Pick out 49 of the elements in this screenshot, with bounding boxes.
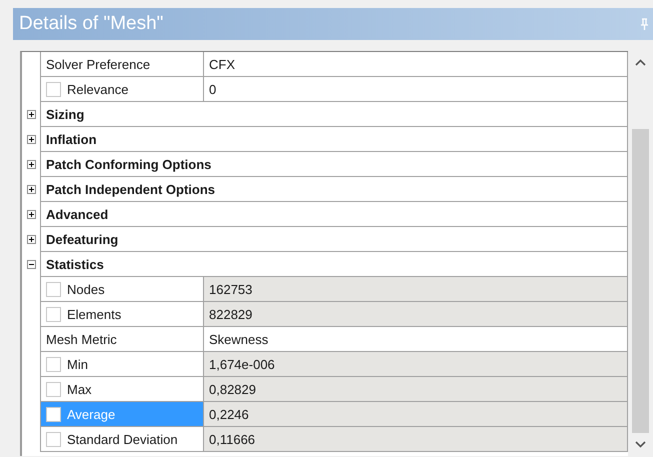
property-value[interactable]: 162753 [203,277,628,302]
property-label[interactable]: Mesh Metric [40,327,203,352]
checkbox[interactable] [46,382,61,396]
property-name: Standard Deviation [67,432,178,446]
group-header[interactable]: Patch Conforming Options [40,152,628,177]
group-header[interactable]: Sizing [40,102,628,127]
property-value[interactable]: 822829 [203,302,628,327]
checkbox[interactable] [46,432,61,446]
checkbox[interactable] [46,406,61,422]
property-name: Mesh Metric [46,332,117,346]
property-value[interactable]: 0 [203,77,628,102]
property-label[interactable]: Min [40,352,203,377]
checkbox[interactable] [46,306,61,322]
scroll-down-icon[interactable] [635,441,646,448]
property-label[interactable]: Nodes [40,277,203,302]
property-name: Max [67,382,92,396]
checkbox[interactable] [46,82,61,96]
collapse-icon[interactable] [26,260,36,269]
property-label[interactable]: Elements [40,302,203,327]
property-value[interactable]: 0,2246 [203,402,628,427]
expand-icon[interactable] [26,135,36,144]
property-label[interactable]: Solver Preference [40,52,203,77]
property-name: Average [67,406,116,422]
pin-icon[interactable] [640,18,649,30]
property-name: Nodes [67,282,105,296]
property-value[interactable]: 1,674e-006 [203,352,628,377]
expand-icon[interactable] [26,185,36,194]
expand-icon[interactable] [26,160,36,169]
property-name: Min [67,356,88,372]
property-name: Elements [67,306,122,322]
panel-title: Details of "Mesh" [19,13,164,35]
expand-icon[interactable] [26,235,36,244]
expand-icon[interactable] [26,110,36,119]
scroll-up-icon[interactable] [635,59,646,66]
group-header[interactable]: Patch Independent Options [40,177,628,202]
property-label[interactable]: Standard Deviation [40,427,203,452]
property-name: Solver Preference [46,56,150,72]
group-header[interactable]: Advanced [40,202,628,227]
property-value[interactable]: 0,82829 [203,377,628,402]
checkbox[interactable] [46,282,61,296]
property-value[interactable]: CFX [203,52,628,77]
group-header[interactable]: Defeaturing [40,227,628,252]
property-name: Relevance [67,82,128,96]
scroll-thumb[interactable] [632,129,650,433]
group-header[interactable]: Inflation [40,127,628,152]
property-label[interactable]: Relevance [40,77,203,102]
expand-icon[interactable] [26,210,36,219]
checkbox[interactable] [46,356,61,372]
property-value[interactable]: 0,11666 [203,427,628,452]
